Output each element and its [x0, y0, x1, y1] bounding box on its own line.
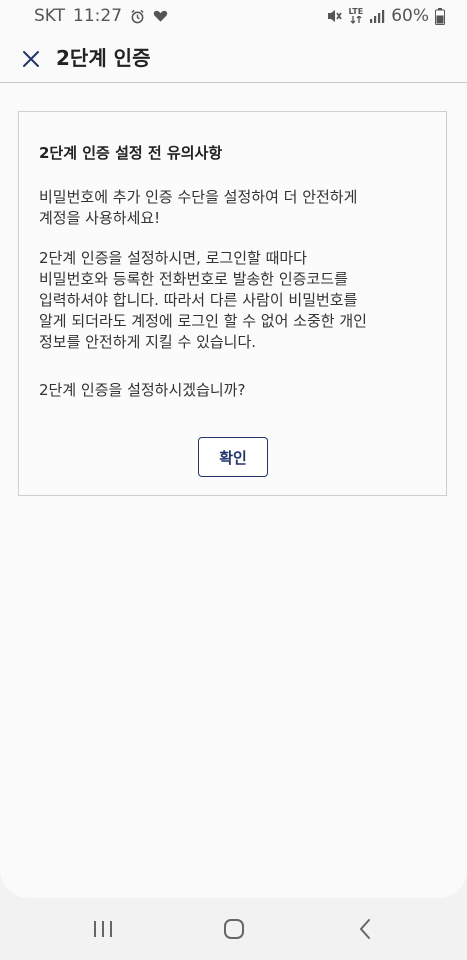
screen: SKT 11:27 LTE 60% 2단계 인증 2단계 인증 설정 전 유의사… — [0, 0, 467, 898]
recent-apps-button[interactable] — [88, 914, 118, 944]
battery-percent: 60% — [391, 6, 429, 26]
back-icon — [359, 919, 370, 939]
carrier-label: SKT — [34, 6, 66, 26]
confirm-button[interactable]: 확인 — [198, 437, 268, 477]
lte-icon: LTE — [348, 7, 364, 24]
close-icon — [23, 51, 39, 67]
alarm-icon — [130, 9, 145, 24]
page-title: 2단계 인증 — [56, 46, 151, 70]
navigation-bar — [0, 898, 467, 960]
close-button[interactable] — [16, 44, 46, 74]
back-button[interactable] — [350, 914, 380, 944]
notice-intro-text: 비밀번호에 추가 인증 수단을 설정하여 더 안전하게 계정을 사용하세요! — [39, 188, 358, 227]
heart-icon — [153, 9, 168, 23]
signal-icon — [369, 9, 385, 24]
clock-time: 11:27 — [73, 6, 123, 26]
home-icon — [224, 919, 244, 939]
notice-title: 2단계 인증 설정 전 유의사항 — [39, 144, 223, 162]
recent-apps-icon — [94, 921, 112, 937]
mute-icon — [326, 8, 343, 24]
notice-card: 2단계 인증 설정 전 유의사항 비밀번호에 추가 인증 수단을 설정하여 더 … — [18, 111, 447, 496]
status-right: LTE 60% — [326, 6, 445, 26]
status-bar: SKT 11:27 LTE 60% — [0, 0, 467, 34]
network-type-label: LTE — [348, 7, 364, 16]
notice-detail-text: 2단계 인증을 설정하시면, 로그인할 때마다 비밀번호와 등록한 전화번호로 … — [39, 249, 367, 351]
battery-icon — [435, 7, 445, 25]
status-left: SKT 11:27 — [34, 6, 168, 26]
home-button[interactable] — [219, 914, 249, 944]
app-header: 2단계 인증 — [0, 34, 467, 83]
notice-question-text: 2단계 인증을 설정하시겠습니까? — [39, 381, 246, 399]
